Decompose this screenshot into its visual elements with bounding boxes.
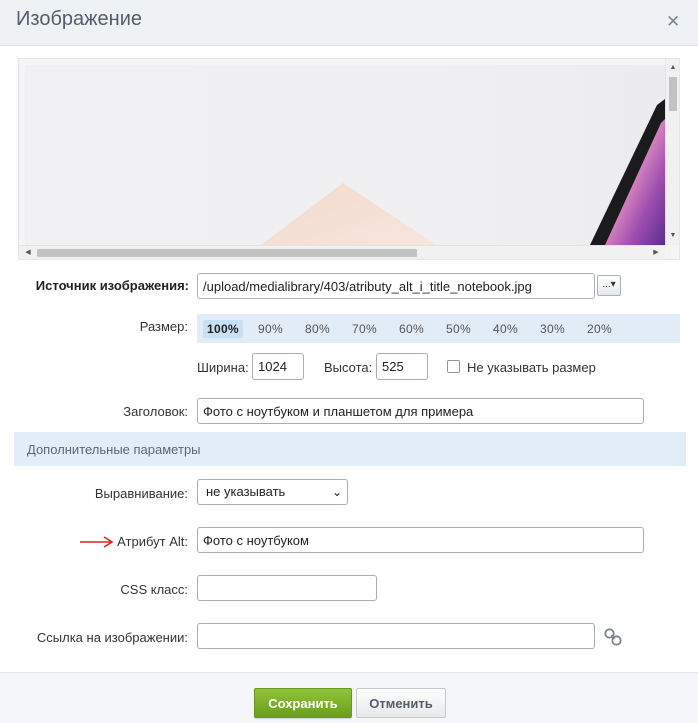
scroll-down-icon[interactable]: ▼ — [666, 229, 679, 243]
size-selector: 100% 90% 80% 70% 60% 50% 40% 30% 20% — [197, 314, 680, 343]
horizontal-scroll-thumb[interactable] — [37, 249, 417, 257]
size-option-80[interactable]: 80% — [301, 320, 334, 338]
vertical-scrollbar[interactable]: ▲ ▼ — [665, 59, 679, 245]
additional-params-title: Дополнительные параметры — [27, 442, 201, 457]
heading-label: Заголовок: — [123, 404, 188, 419]
additional-params-header[interactable]: Дополнительные параметры — [14, 432, 686, 466]
dialog-title: Изображение — [16, 8, 142, 30]
preview-photo — [261, 99, 665, 245]
link-icon[interactable] — [603, 627, 623, 647]
preview-pyramid — [261, 183, 437, 245]
css-class-label: CSS класс: — [120, 582, 188, 597]
no-size-label: Не указывать размер — [467, 360, 596, 375]
source-label: Источник изображения: — [35, 278, 189, 293]
align-label: Выравнивание: — [94, 486, 188, 501]
image-preview: ◀ ▶ ▲ ▼ — [18, 58, 680, 260]
close-icon[interactable]: ✕ — [666, 12, 680, 32]
align-select[interactable]: не указывать ⌄ — [197, 479, 348, 505]
css-class-input[interactable] — [197, 575, 377, 601]
vertical-scroll-thumb[interactable] — [669, 77, 677, 111]
size-option-30[interactable]: 30% — [536, 320, 569, 338]
size-option-40[interactable]: 40% — [489, 320, 522, 338]
size-option-70[interactable]: 70% — [348, 320, 381, 338]
scroll-up-icon[interactable]: ▲ — [666, 61, 679, 75]
horizontal-scrollbar[interactable]: ◀ ▶ — [19, 245, 665, 259]
size-option-90[interactable]: 90% — [254, 320, 287, 338]
source-input[interactable] — [197, 273, 595, 299]
cancel-button[interactable]: Отменить — [356, 688, 446, 718]
width-input[interactable] — [252, 353, 304, 380]
size-label: Размер: — [139, 319, 188, 334]
width-label: Ширина: — [197, 360, 249, 375]
size-option-60[interactable]: 60% — [395, 320, 428, 338]
chevron-down-icon: ⌄ — [331, 485, 342, 499]
preview-laptop-screen — [605, 119, 665, 245]
size-option-100[interactable]: 100% — [203, 320, 243, 338]
align-select-value: не указывать — [206, 484, 286, 499]
size-option-50[interactable]: 50% — [442, 320, 475, 338]
scroll-right-icon[interactable]: ▶ — [649, 246, 663, 259]
alt-label: Атрибут Alt: — [117, 534, 188, 549]
size-option-20[interactable]: 20% — [583, 320, 616, 338]
dialog-footer: Сохранить Отменить — [0, 672, 698, 723]
save-button[interactable]: Сохранить — [254, 688, 352, 718]
preview-image — [25, 65, 665, 245]
height-label: Высота: — [324, 360, 373, 375]
image-link-input[interactable] — [197, 623, 595, 649]
scroll-left-icon[interactable]: ◀ — [21, 246, 35, 259]
alt-input[interactable] — [197, 527, 644, 553]
heading-input[interactable] — [197, 398, 644, 424]
dialog-titlebar: Изображение ✕ — [0, 0, 698, 46]
browse-button[interactable]: ...▾ — [597, 275, 621, 296]
image-link-label: Ссылка на изображении: — [36, 630, 188, 645]
no-size-checkbox[interactable] — [447, 360, 460, 373]
height-input[interactable] — [376, 353, 428, 380]
